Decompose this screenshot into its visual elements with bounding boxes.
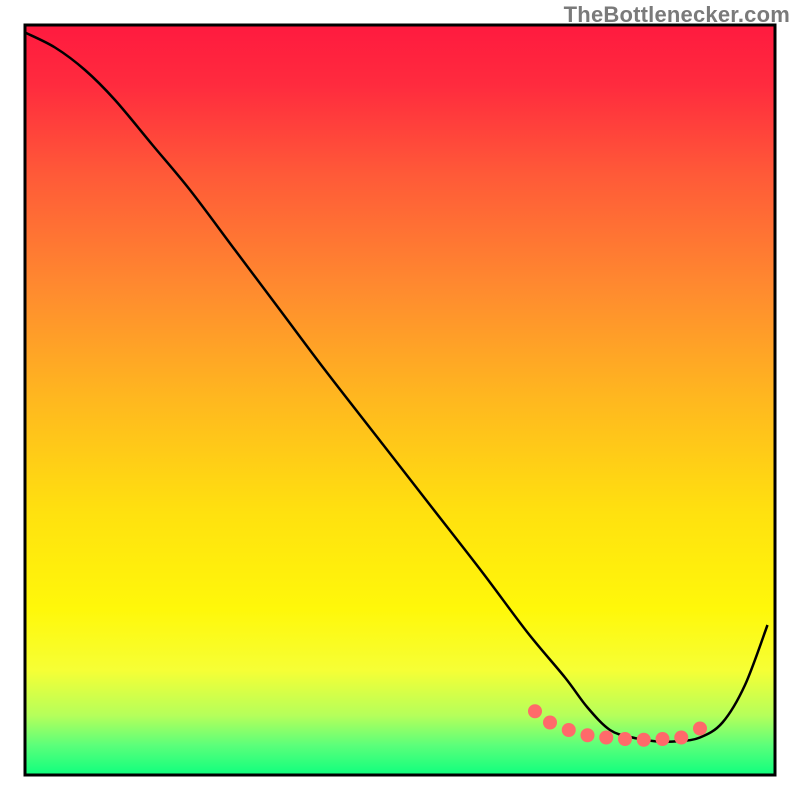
optimal-marker	[618, 732, 632, 746]
attribution-text: TheBottlenecker.com	[564, 2, 790, 28]
optimal-marker	[581, 728, 595, 742]
bottleneck-chart	[0, 0, 800, 800]
optimal-marker	[543, 716, 557, 730]
optimal-marker	[674, 731, 688, 745]
optimal-marker	[562, 723, 576, 737]
optimal-marker	[637, 733, 651, 747]
optimal-marker	[656, 732, 670, 746]
optimal-marker	[528, 704, 542, 718]
optimal-marker	[599, 731, 613, 745]
optimal-marker	[693, 722, 707, 736]
gradient-background	[25, 25, 775, 775]
